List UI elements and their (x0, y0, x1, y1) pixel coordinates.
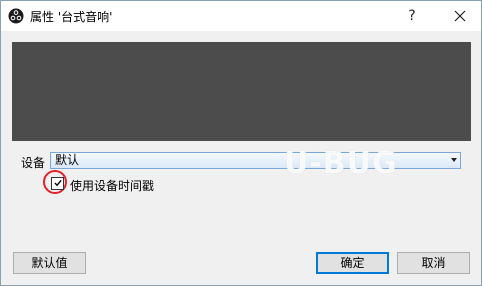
use-device-timestamp-checkbox[interactable] (51, 177, 64, 190)
checkmark-icon (54, 179, 62, 187)
obs-logo-icon (8, 8, 24, 24)
device-dropdown[interactable]: 默认 (50, 152, 461, 169)
source-preview (12, 42, 471, 141)
defaults-button[interactable]: 默认值 (13, 252, 86, 274)
dialog-title: 属性 '台式音响' (30, 10, 113, 24)
chevron-down-icon (451, 158, 457, 162)
ok-button[interactable]: 确定 (316, 252, 389, 274)
device-dropdown-value: 默认 (55, 153, 80, 167)
cancel-button[interactable]: 取消 (397, 252, 470, 274)
properties-dialog: 属性 '台式音响' ? 设备 默认 U-BUG 使用设备时间戳 默认值 确定 取… (0, 0, 482, 286)
close-icon[interactable] (447, 1, 473, 31)
use-device-timestamp-label[interactable]: 使用设备时间戳 (70, 177, 154, 194)
help-icon[interactable]: ? (399, 1, 425, 31)
title-bar[interactable]: 属性 '台式音响' ? (1, 1, 481, 31)
device-label: 设备 (21, 156, 46, 170)
